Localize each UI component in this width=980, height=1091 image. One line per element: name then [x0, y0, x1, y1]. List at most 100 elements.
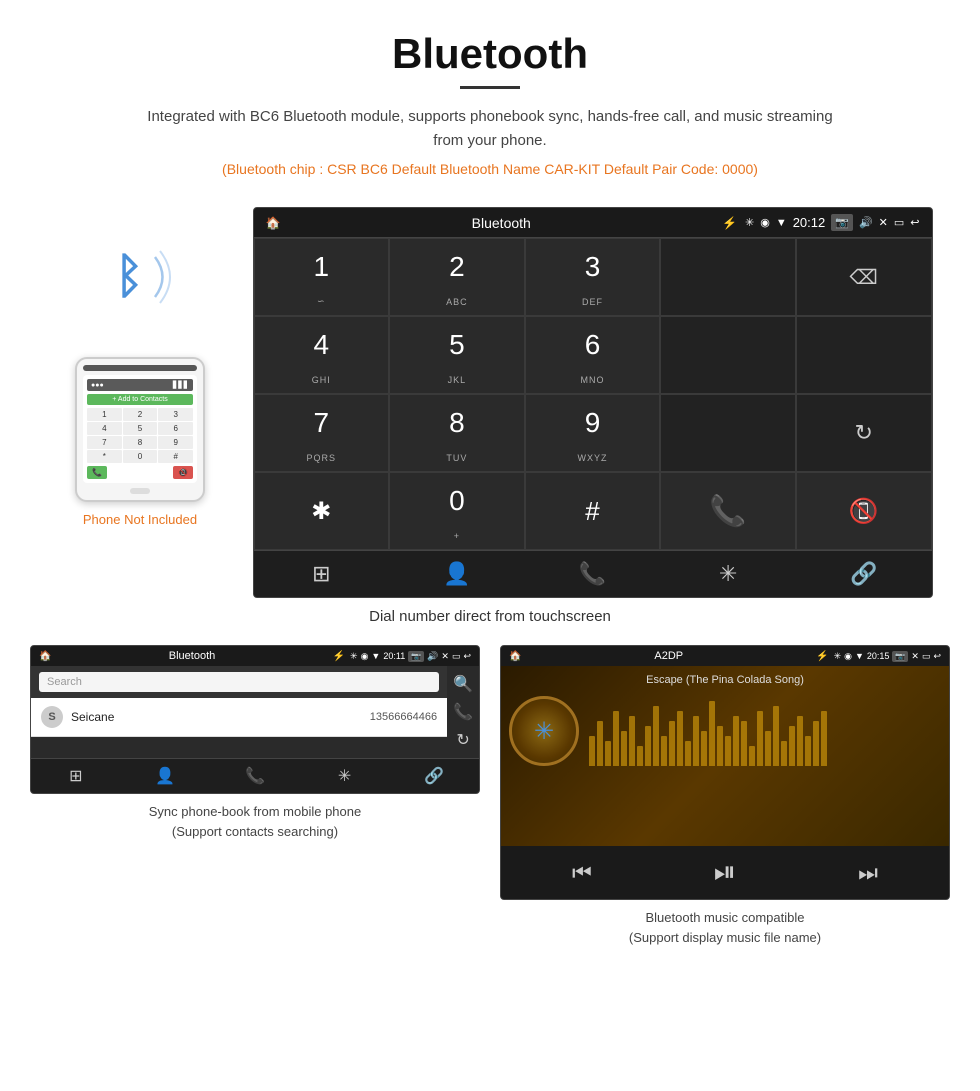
phonebook-screen: 🏠 Bluetooth ⚡ ✳◉▼ 20:11 📷 🔊 ✕ ▭ ↩ S [30, 645, 480, 794]
page-description: Integrated with BC6 Bluetooth module, su… [140, 105, 840, 153]
album-art: ✳ [509, 696, 579, 766]
nav-phone-icon[interactable]: 📞 [525, 561, 661, 587]
bt-icon-wrapper: ᛒ [100, 237, 180, 317]
dial-key-1[interactable]: 1 ∽ [254, 238, 390, 316]
music-status-icons: ✳◉▼ 20:15 📷 ✕ ▭ ↩ [834, 651, 941, 662]
music-screen: 🏠 A2DP ⚡ ✳◉▼ 20:15 📷 ✕ ▭ ↩ Escape (The P… [500, 645, 950, 900]
pb-status-icons: ✳◉▼ 20:11 📷 🔊 ✕ ▭ ↩ [350, 651, 471, 662]
svg-text:ᛒ: ᛒ [115, 250, 144, 303]
phone-mockup: ●●●▋▋▋ + Add to Contacts 123 456 789 *0#… [75, 357, 205, 502]
contact-phone: 13566664466 [370, 711, 437, 723]
phone-screen: ●●●▋▋▋ + Add to Contacts 123 456 789 *0#… [83, 375, 197, 483]
pb-nav-contacts[interactable]: 👤 [121, 766, 211, 786]
topbar-location-icon: ◉ [760, 216, 770, 229]
dial-key-7[interactable]: 7 PQRS [254, 394, 390, 472]
dial-key-5[interactable]: 5 JKL [389, 316, 525, 394]
album-bt-icon: ✳ [534, 717, 554, 746]
dial-key-star[interactable]: ✱ [254, 472, 390, 550]
dial-key-9[interactable]: 9 WXYZ [525, 394, 661, 472]
equalizer-visual [589, 696, 941, 766]
topbar-wifi-icon: ▼ [776, 217, 787, 229]
nav-link-icon[interactable]: 🔗 [796, 561, 932, 587]
topbar-back-icon[interactable]: ↩ [910, 216, 919, 229]
topbar-bt-icon: ✳ [745, 216, 754, 229]
reload-right-icon[interactable]: ↻ [456, 730, 469, 750]
dial-key-4[interactable]: 4 GHI [254, 316, 390, 394]
pb-usb-icon: ⚡ [333, 651, 345, 662]
music-controls: ⏮ ⏯ ⏭ [501, 846, 949, 899]
contact-name: Seicane [71, 710, 370, 724]
nav-apps-icon[interactable]: ⊞ [254, 561, 390, 587]
topbar-time: 20:12 [793, 215, 826, 230]
right-icons-col: 🔍 📞 ↻ [447, 666, 479, 758]
topbar-title: Bluetooth [288, 215, 714, 231]
title-underline [460, 86, 520, 89]
phone-top-bar [83, 365, 197, 371]
phonebook-topbar: 🏠 Bluetooth ⚡ ✳◉▼ 20:11 📷 🔊 ✕ ▭ ↩ [31, 646, 479, 666]
next-btn[interactable]: ⏭ [858, 860, 878, 886]
dial-call-btn[interactable]: 📞 [660, 472, 796, 550]
phonebook-inner: Search S Seicane 13566664466 🔍 📞 [31, 666, 479, 758]
music-usb-icon: ⚡ [816, 651, 828, 662]
music-screen-wrap: 🏠 A2DP ⚡ ✳◉▼ 20:15 📷 ✕ ▭ ↩ Escape (The P… [500, 645, 950, 947]
topbar-vol-icon[interactable]: 🔊 [859, 216, 873, 229]
phonebook-main: Search S Seicane 13566664466 [31, 666, 447, 758]
dial-grid: 1 ∽ 2 ABC 3 DEF ⌫ 4 GHI 5 JKL [254, 237, 932, 550]
dial-empty-3 [660, 394, 796, 472]
page-header: Bluetooth Integrated with BC6 Bluetooth … [0, 0, 980, 207]
topbar-window-icon[interactable]: ▭ [894, 216, 904, 229]
music-title: A2DP [526, 650, 811, 662]
page-title: Bluetooth [20, 30, 960, 78]
play-pause-btn[interactable]: ⏯ [714, 856, 736, 889]
phone-bottom-row: 📞 📵 [87, 466, 193, 479]
dial-key-6[interactable]: 6 MNO [525, 316, 661, 394]
pb-bottom-nav: ⊞ 👤 📞 ✳ 🔗 [31, 758, 479, 793]
music-content: Escape (The Pina Colada Song) ✳ [501, 666, 949, 846]
contact-avatar: S [41, 706, 63, 728]
pb-nav-bt[interactable]: ✳ [300, 766, 390, 786]
phone-side: ᛒ ●●●▋▋▋ + Add to Contacts 123 456 789 *… [48, 207, 233, 527]
dial-display-area [660, 238, 796, 316]
topbar-status-icons: ✳ ◉ ▼ 20:12 📷 🔊 ✕ ▭ ↩ [745, 214, 920, 231]
music-body: ✳ [509, 696, 941, 766]
topbar-camera-icon[interactable]: 📷 [831, 214, 853, 231]
prev-btn[interactable]: ⏮ [572, 860, 592, 886]
dial-key-3[interactable]: 3 DEF [525, 238, 661, 316]
music-topbar: 🏠 A2DP ⚡ ✳◉▼ 20:15 📷 ✕ ▭ ↩ [501, 646, 949, 666]
search-input[interactable]: Search [39, 672, 439, 692]
dial-hangup-btn[interactable]: 📵 [796, 472, 932, 550]
dial-empty-2 [796, 316, 932, 394]
dial-backspace[interactable]: ⌫ [796, 238, 932, 316]
pb-nav-link[interactable]: 🔗 [389, 766, 479, 786]
dial-key-8[interactable]: 8 TUV [389, 394, 525, 472]
phone-right-icon[interactable]: 📞 [453, 702, 473, 722]
topbar-home-icon[interactable]: 🏠 [266, 216, 281, 230]
bottom-screens-area: 🏠 Bluetooth ⚡ ✳◉▼ 20:11 📷 🔊 ✕ ▭ ↩ S [0, 645, 980, 947]
contact-list: S Seicane 13566664466 [31, 698, 447, 737]
phone-home-btn [130, 488, 150, 494]
contact-row-seicane[interactable]: S Seicane 13566664466 [31, 698, 447, 737]
phonebook-screen-wrap: 🏠 Bluetooth ⚡ ✳◉▼ 20:11 📷 🔊 ✕ ▭ ↩ S [30, 645, 480, 947]
main-screen-area: ᛒ ●●●▋▋▋ + Add to Contacts 123 456 789 *… [0, 207, 980, 598]
music-home-icon[interactable]: 🏠 [509, 651, 521, 662]
dial-key-0[interactable]: 0 + [389, 472, 525, 550]
nav-contacts-icon[interactable]: 👤 [389, 561, 525, 587]
dial-empty-1 [660, 316, 796, 394]
pb-nav-apps[interactable]: ⊞ [31, 766, 121, 786]
phone-keypad: 123 456 789 *0# [87, 408, 193, 463]
phonebook-caption: Sync phone-book from mobile phone (Suppo… [149, 802, 361, 841]
pb-nav-phone[interactable]: 📞 [210, 766, 300, 786]
dial-key-2[interactable]: 2 ABC [389, 238, 525, 316]
dial-reload-btn[interactable]: ↻ [796, 394, 932, 472]
song-title: Escape (The Pina Colada Song) [509, 674, 941, 686]
music-caption: Bluetooth music compatible (Support disp… [629, 908, 821, 947]
android-topbar: 🏠 Bluetooth ⚡ ✳ ◉ ▼ 20:12 📷 🔊 ✕ ▭ ↩ [254, 208, 932, 237]
phone-not-included-label: Phone Not Included [83, 512, 197, 527]
search-bar-row: Search [31, 666, 447, 698]
dial-key-hash[interactable]: # [525, 472, 661, 550]
topbar-close-icon[interactable]: ✕ [879, 216, 888, 229]
search-right-icon[interactable]: 🔍 [453, 674, 473, 694]
nav-bt-icon[interactable]: ✳ [660, 561, 796, 587]
android-dial-screen: 🏠 Bluetooth ⚡ ✳ ◉ ▼ 20:12 📷 🔊 ✕ ▭ ↩ 1 ∽ [253, 207, 933, 598]
pb-home-icon[interactable]: 🏠 [39, 651, 51, 662]
